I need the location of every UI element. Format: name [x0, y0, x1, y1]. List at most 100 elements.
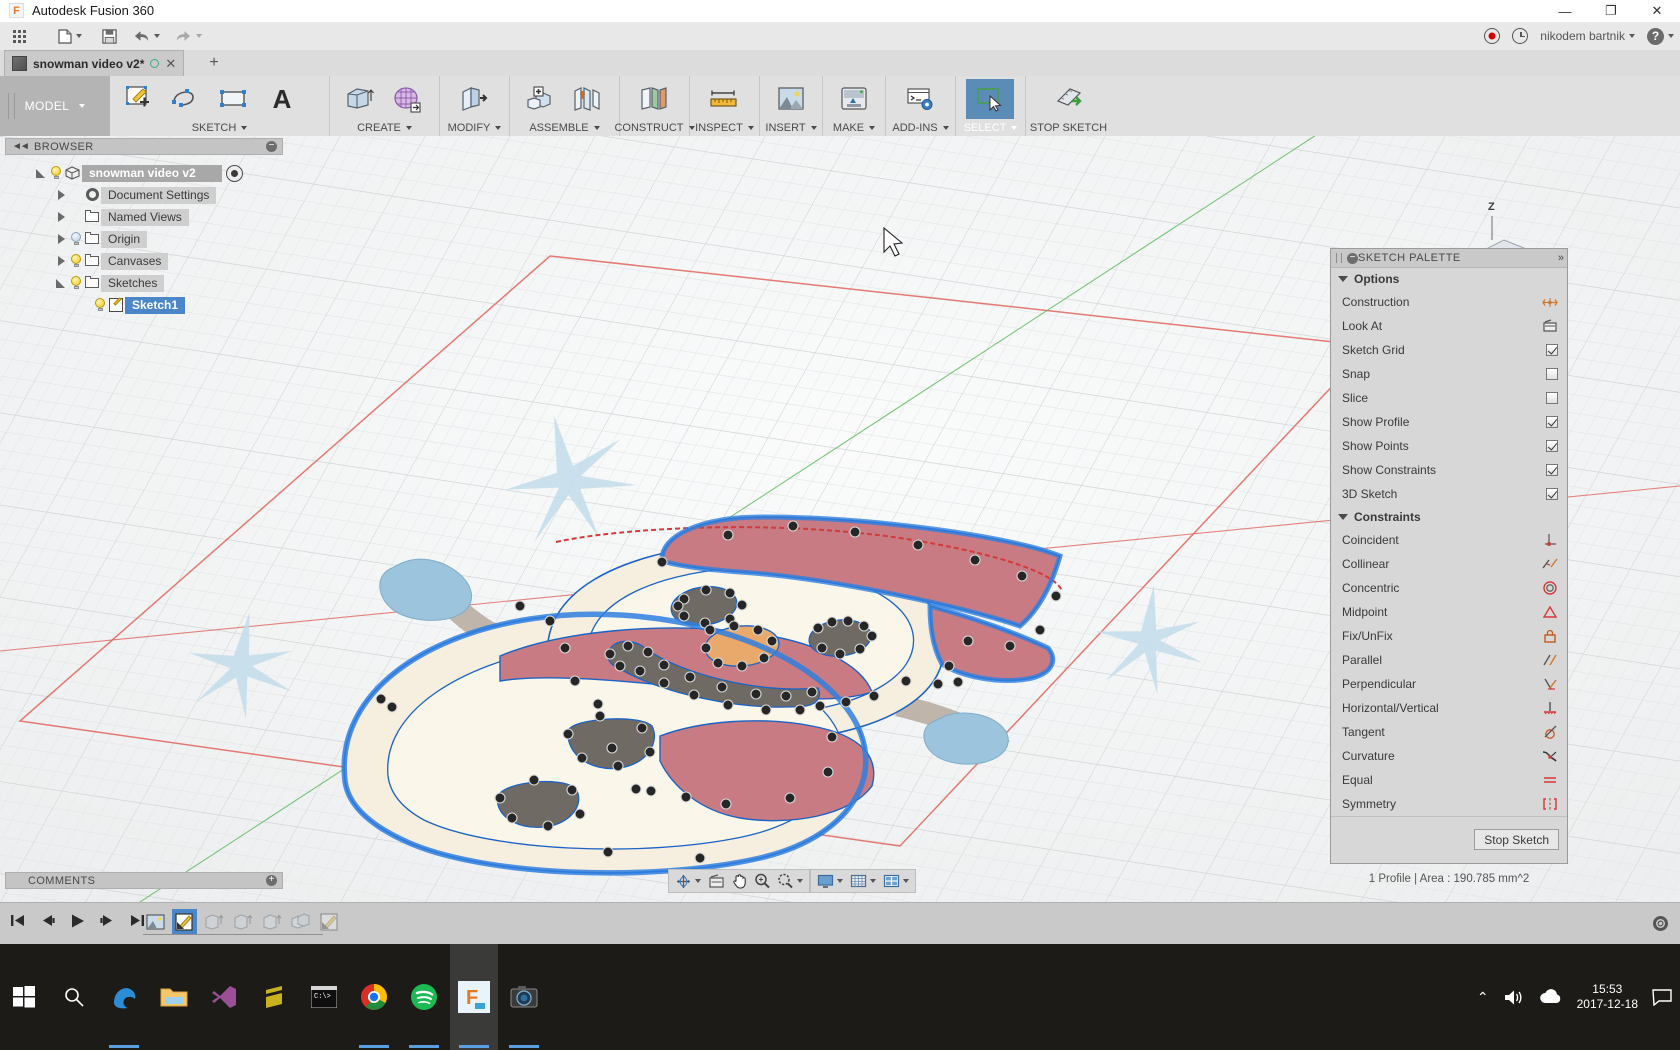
chevron-down-icon[interactable]	[903, 879, 909, 883]
timeline-settings-button[interactable]	[1651, 914, 1670, 933]
timeline-canvas-node[interactable]	[143, 909, 168, 934]
3d-print-button[interactable]	[830, 79, 878, 119]
search-button[interactable]	[50, 944, 98, 1050]
palette-grip[interactable]	[1336, 253, 1342, 263]
stop-sketch-ribbon-button[interactable]	[1044, 79, 1092, 119]
ribbon-group-label-inspect[interactable]: INSPECT	[690, 122, 759, 134]
ribbon-group-label-addins[interactable]: ADD-INS	[886, 122, 955, 134]
visibility-bulb-icon[interactable]	[68, 231, 84, 247]
zoom-window-button[interactable]	[774, 871, 796, 891]
extrude-button[interactable]	[335, 79, 383, 119]
chrome-button[interactable]	[350, 944, 398, 1050]
browser-item-document-settings[interactable]: Document Settings	[5, 184, 283, 206]
show-profile-checkbox[interactable]	[1546, 416, 1558, 428]
document-tab[interactable]: snowman video v2* ✕	[4, 50, 185, 76]
palette-row-slice[interactable]: Slice	[1331, 386, 1567, 410]
timeline-extrude1-node[interactable]	[201, 909, 226, 934]
timeline-sketch2-node[interactable]	[317, 909, 342, 934]
chevron-down-icon[interactable]	[695, 879, 701, 883]
chevron-down-icon[interactable]	[870, 879, 876, 883]
taskbar-clock[interactable]: 15:53 2017-12-18	[1577, 982, 1638, 1012]
command-prompt-button[interactable]: C:\>	[300, 944, 348, 1050]
create-sketch-button[interactable]	[114, 79, 162, 119]
create-form-button[interactable]	[383, 79, 431, 119]
speaker-icon[interactable]	[1503, 988, 1525, 1007]
browser-item-origin[interactable]: Origin	[5, 228, 283, 250]
timeline-step-forward-button[interactable]	[98, 911, 117, 930]
palette-section-options[interactable]: Options	[1331, 268, 1567, 290]
add-comment-icon[interactable]: +	[266, 875, 277, 886]
expander-closed-icon[interactable]	[55, 233, 68, 246]
visibility-bulb-icon[interactable]	[68, 275, 84, 291]
timeline-step-back-button[interactable]	[38, 911, 57, 930]
spotify-button[interactable]	[400, 944, 448, 1050]
undo-button[interactable]	[133, 26, 163, 46]
palette-row-collinear[interactable]: Collinear	[1331, 552, 1567, 576]
workspace-switcher[interactable]: MODEL	[0, 76, 110, 136]
new-component-button[interactable]	[515, 79, 563, 119]
palette-row-perpendicular[interactable]: Perpendicular	[1331, 672, 1567, 696]
timeline-sketch1-node[interactable]	[172, 909, 197, 934]
palette-row-show-constraints[interactable]: Show Constraints	[1331, 458, 1567, 482]
ribbon-group-label-insert[interactable]: INSERT	[760, 122, 822, 134]
browser-item-sketches[interactable]: Sketches	[5, 272, 283, 294]
edge-button[interactable]	[100, 944, 148, 1050]
browser-item-sketch1[interactable]: Sketch1	[5, 294, 283, 316]
stop-sketch-button[interactable]: Stop Sketch	[1474, 829, 1559, 850]
select-button[interactable]	[966, 79, 1014, 119]
expander-closed-icon[interactable]	[55, 189, 68, 202]
comments-panel-header[interactable]: COMMENTS +	[5, 872, 283, 889]
app-grid-button[interactable]	[8, 26, 30, 46]
new-tab-button[interactable]: +	[205, 54, 223, 72]
activate-component-icon[interactable]	[225, 164, 243, 182]
fusion360-button[interactable]: F	[450, 944, 498, 1050]
palette-row-construction[interactable]: Construction	[1331, 290, 1567, 314]
expander-open-icon[interactable]	[35, 167, 48, 180]
rectangle-button[interactable]	[210, 79, 258, 119]
pan-button[interactable]	[728, 871, 750, 891]
ribbon-group-label-create[interactable]: CREATE	[330, 122, 439, 134]
expander-closed-icon[interactable]	[55, 255, 68, 268]
sketch-grid-checkbox[interactable]	[1546, 344, 1558, 356]
cloud-icon[interactable]	[1539, 988, 1563, 1006]
visual-studio-button[interactable]	[200, 944, 248, 1050]
expander-open-icon[interactable]	[55, 277, 68, 290]
palette-row-tangent[interactable]: Tangent	[1331, 720, 1567, 744]
visibility-bulb-icon[interactable]	[48, 165, 64, 181]
text-button[interactable]: A	[258, 79, 306, 119]
sublime-button[interactable]	[250, 944, 298, 1050]
palette-row-midpoint[interactable]: Midpoint	[1331, 600, 1567, 624]
ribbon-group-label-select[interactable]: SELECT	[956, 122, 1025, 134]
ribbon-group-label-modify[interactable]: MODIFY	[440, 122, 509, 134]
palette-row-parallel[interactable]: Parallel	[1331, 648, 1567, 672]
sketch-palette-header[interactable]: − SKETCH PALETTE »	[1331, 249, 1567, 268]
file-explorer-button[interactable]	[150, 944, 198, 1050]
timeline-combine-node[interactable]	[288, 909, 313, 934]
expander-closed-icon[interactable]	[55, 211, 68, 224]
palette-row-symmetry[interactable]: Symmetry	[1331, 792, 1567, 816]
clock-icon[interactable]	[1512, 28, 1529, 44]
timeline-play-button[interactable]	[68, 911, 87, 930]
show-constraints-checkbox[interactable]	[1546, 464, 1558, 476]
palette-row-3d-sketch[interactable]: 3D Sketch	[1331, 482, 1567, 506]
ribbon-group-label-assemble[interactable]: ASSEMBLE	[510, 122, 619, 134]
help-icon[interactable]: ?	[1647, 27, 1664, 45]
ribbon-group-label-construct[interactable]: CONSTRUCT	[614, 122, 695, 134]
tray-chevron-icon[interactable]: ⌃	[1477, 989, 1489, 1006]
browser-header[interactable]: ◄◄ BROWSER −	[5, 138, 283, 155]
insert-canvas-button[interactable]	[767, 79, 815, 119]
palette-row-curvature[interactable]: Curvature	[1331, 744, 1567, 768]
ribbon-group-label-stop-sketch[interactable]: STOP SKETCH	[1026, 122, 1111, 134]
save-button[interactable]	[98, 26, 120, 46]
chevron-down-icon[interactable]	[797, 879, 803, 883]
timeline-extrude2-node[interactable]	[230, 909, 255, 934]
slice-checkbox[interactable]	[1546, 392, 1558, 404]
grid-snaps-button[interactable]	[847, 871, 869, 891]
close-button[interactable]: ✕	[1634, 0, 1680, 22]
palette-row-equal[interactable]: Equal	[1331, 768, 1567, 792]
zoom-button[interactable]	[751, 871, 773, 891]
record-icon[interactable]	[1484, 28, 1501, 44]
palette-row-fix-unfix[interactable]: Fix/UnFix	[1331, 624, 1567, 648]
browser-item-named-views[interactable]: Named Views	[5, 206, 283, 228]
offset-plane-button[interactable]	[630, 79, 678, 119]
